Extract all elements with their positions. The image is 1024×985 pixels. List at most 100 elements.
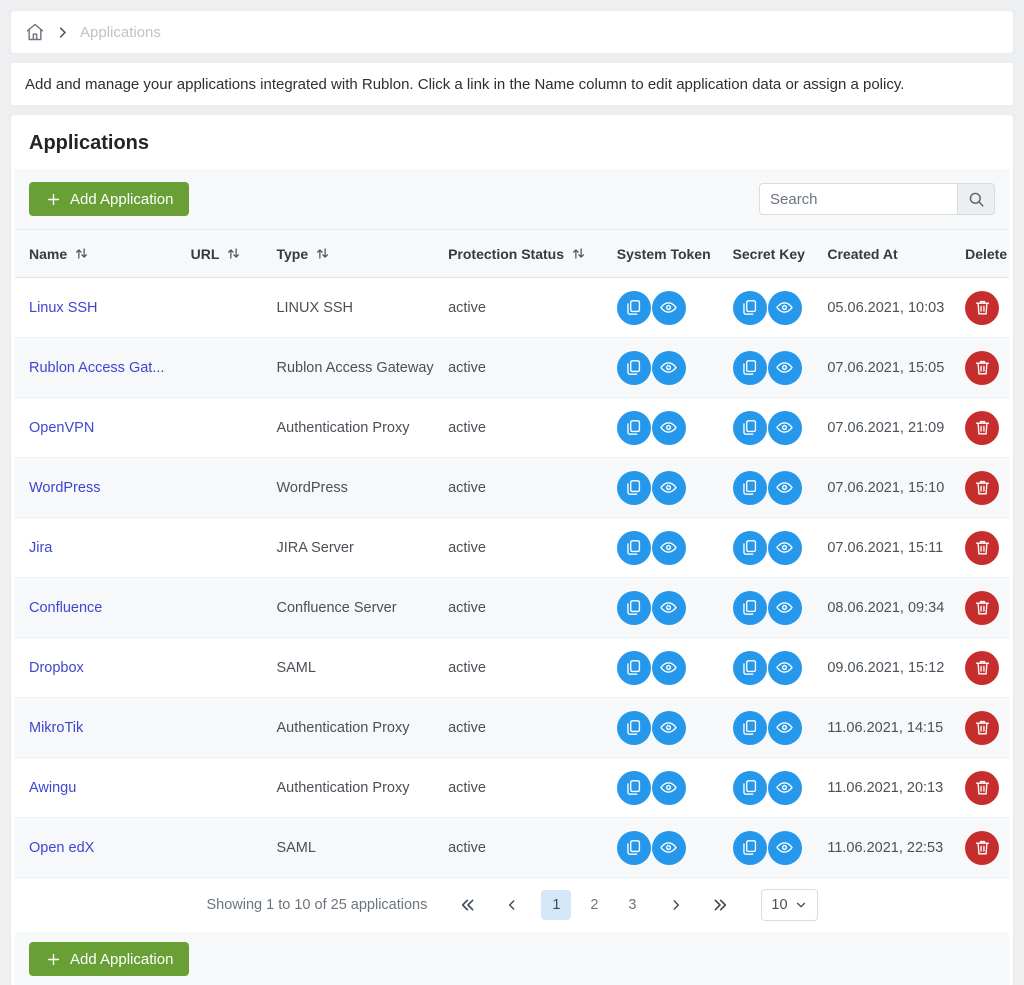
application-name-link[interactable]: MikroTik <box>29 720 83 736</box>
system-token-cell <box>605 471 717 505</box>
column-header-delete: Delete <box>951 246 1009 262</box>
copy-system-token-button[interactable] <box>617 591 651 625</box>
next-page-button[interactable] <box>661 890 691 920</box>
page-size-select[interactable]: 10 <box>761 889 817 921</box>
copy-system-token-button[interactable] <box>617 771 651 805</box>
search-button[interactable] <box>957 183 995 215</box>
created-at: 08.06.2021, 09:34 <box>816 600 951 616</box>
delete-application-button[interactable] <box>965 831 999 865</box>
application-name-link[interactable]: Open edX <box>29 840 94 856</box>
copy-secret-key-button[interactable] <box>733 471 767 505</box>
chevron-right-icon <box>55 25 70 40</box>
delete-application-button[interactable] <box>965 471 999 505</box>
secret-key-cell <box>717 471 817 505</box>
delete-application-button[interactable] <box>965 411 999 445</box>
application-name-link[interactable]: OpenVPN <box>29 420 94 436</box>
copy-secret-key-button[interactable] <box>733 411 767 445</box>
copy-system-token-button[interactable] <box>617 531 651 565</box>
pagination-summary: Showing 1 to 10 of 25 applications <box>206 897 427 913</box>
show-system-token-button[interactable] <box>652 651 686 685</box>
show-secret-key-button[interactable] <box>768 531 802 565</box>
page-button[interactable]: 1 <box>541 890 571 920</box>
copy-system-token-button[interactable] <box>617 351 651 385</box>
delete-application-button[interactable] <box>965 651 999 685</box>
copy-system-token-button[interactable] <box>617 411 651 445</box>
show-secret-key-button[interactable] <box>768 411 802 445</box>
application-name-link[interactable]: Awingu <box>29 780 76 796</box>
application-type: SAML <box>276 840 448 856</box>
column-header-name[interactable]: Name <box>15 246 191 262</box>
sort-arrows-icon <box>74 246 89 261</box>
show-system-token-button[interactable] <box>652 411 686 445</box>
eye-icon <box>775 418 794 437</box>
show-secret-key-button[interactable] <box>768 711 802 745</box>
copy-system-token-button[interactable] <box>617 711 651 745</box>
search-input[interactable] <box>759 183 957 215</box>
application-name-link[interactable]: Rublon Access Gat... <box>29 360 164 376</box>
copy-secret-key-button[interactable] <box>733 771 767 805</box>
delete-application-button[interactable] <box>965 351 999 385</box>
add-application-button-bottom[interactable]: Add Application <box>29 942 189 976</box>
delete-application-button[interactable] <box>965 771 999 805</box>
show-secret-key-button[interactable] <box>768 591 802 625</box>
copy-secret-key-button[interactable] <box>733 351 767 385</box>
application-name-link[interactable]: WordPress <box>29 480 100 496</box>
application-name-link[interactable]: Dropbox <box>29 660 84 676</box>
trash-icon <box>973 298 992 317</box>
page-button[interactable]: 3 <box>617 890 647 920</box>
delete-application-button[interactable] <box>965 531 999 565</box>
secret-key-cell <box>717 831 817 865</box>
trash-icon <box>973 478 992 497</box>
copy-system-token-button[interactable] <box>617 471 651 505</box>
delete-application-button[interactable] <box>965 591 999 625</box>
column-header-type[interactable]: Type <box>276 246 448 262</box>
protection-status: active <box>448 660 605 676</box>
show-secret-key-button[interactable] <box>768 291 802 325</box>
show-secret-key-button[interactable] <box>768 471 802 505</box>
first-page-button[interactable] <box>453 890 483 920</box>
show-system-token-button[interactable] <box>652 471 686 505</box>
page-button[interactable]: 2 <box>579 890 609 920</box>
add-application-label: Add Application <box>70 191 173 208</box>
last-page-button[interactable] <box>705 890 735 920</box>
copy-secret-key-button[interactable] <box>733 831 767 865</box>
delete-application-button[interactable] <box>965 291 999 325</box>
show-secret-key-button[interactable] <box>768 771 802 805</box>
system-token-cell <box>605 831 717 865</box>
show-secret-key-button[interactable] <box>768 351 802 385</box>
home-icon[interactable] <box>25 22 45 42</box>
show-system-token-button[interactable] <box>652 591 686 625</box>
eye-icon <box>775 298 794 317</box>
copy-system-token-button[interactable] <box>617 831 651 865</box>
application-type: LINUX SSH <box>276 300 448 316</box>
sort-arrows-icon <box>226 246 241 261</box>
application-name-link[interactable]: Linux SSH <box>29 300 98 316</box>
pagination: Showing 1 to 10 of 25 applications 123 1… <box>15 878 1009 932</box>
copy-secret-key-button[interactable] <box>733 291 767 325</box>
application-name-link[interactable]: Jira <box>29 540 52 556</box>
application-name-link[interactable]: Confluence <box>29 600 102 616</box>
copy-secret-key-button[interactable] <box>733 651 767 685</box>
show-secret-key-button[interactable] <box>768 831 802 865</box>
copy-secret-key-button[interactable] <box>733 531 767 565</box>
show-system-token-button[interactable] <box>652 771 686 805</box>
column-header-protection-status[interactable]: Protection Status <box>448 246 605 262</box>
add-application-button[interactable]: Add Application <box>29 182 189 216</box>
eye-icon <box>659 538 678 557</box>
eye-icon <box>659 658 678 677</box>
show-system-token-button[interactable] <box>652 531 686 565</box>
show-system-token-button[interactable] <box>652 351 686 385</box>
column-header-url[interactable]: URL <box>191 246 277 262</box>
show-system-token-button[interactable] <box>652 291 686 325</box>
copy-system-token-button[interactable] <box>617 651 651 685</box>
previous-page-button[interactable] <box>497 890 527 920</box>
copy-system-token-button[interactable] <box>617 291 651 325</box>
copy-icon <box>740 838 759 857</box>
table-footer: Add Application <box>15 932 1009 985</box>
delete-application-button[interactable] <box>965 711 999 745</box>
copy-secret-key-button[interactable] <box>733 591 767 625</box>
show-system-token-button[interactable] <box>652 711 686 745</box>
show-system-token-button[interactable] <box>652 831 686 865</box>
copy-secret-key-button[interactable] <box>733 711 767 745</box>
show-secret-key-button[interactable] <box>768 651 802 685</box>
